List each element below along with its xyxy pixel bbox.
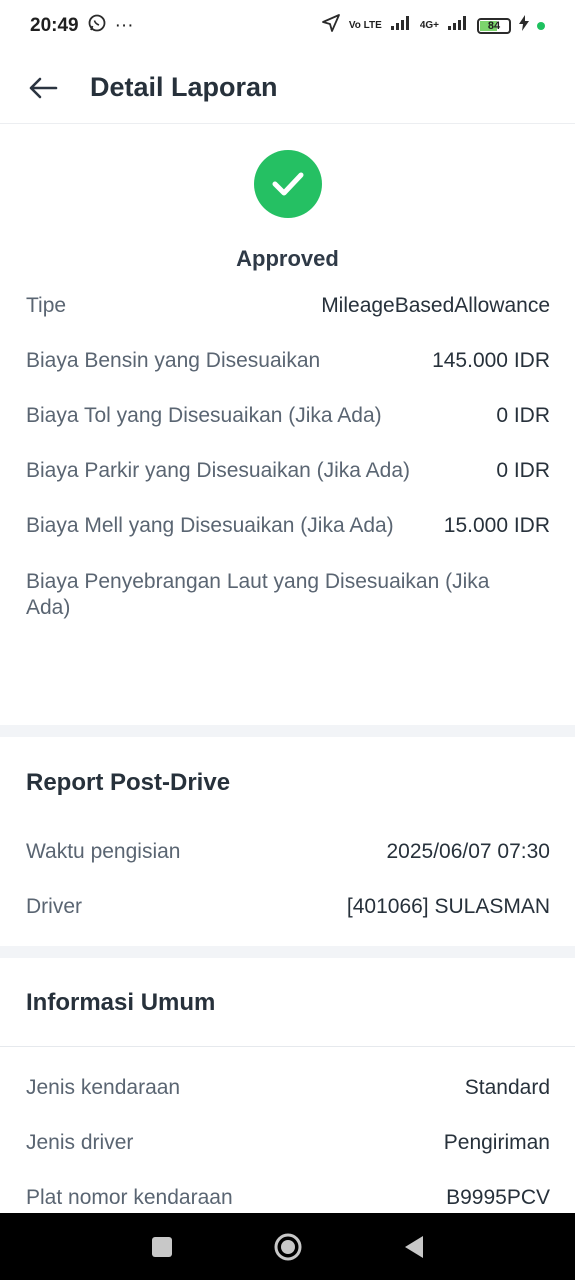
row-label: Jenis kendaraan	[26, 1076, 181, 1099]
signal-icon-2	[447, 15, 469, 37]
detail-row-driver: Driver [401066] SULASMAN	[26, 894, 550, 920]
status-bar-left: 20:49 ···	[30, 13, 134, 39]
status-bar-right: Vo LTE 4G+ 84	[321, 13, 545, 39]
whatsapp-icon	[87, 13, 107, 39]
row-label: Biaya Bensin yang Disesuaikan	[26, 349, 321, 372]
system-back-button[interactable]	[397, 1230, 431, 1264]
section-divider	[0, 725, 575, 737]
detail-row-mall-cost: Biaya Mell yang Disesuaikan (Jika Ada) 1…	[26, 513, 550, 539]
check-circle-icon	[253, 150, 322, 218]
detail-row-fill-time: Waktu pengisian 2025/06/07 07:30	[26, 839, 550, 865]
back-triangle-icon	[404, 1235, 423, 1258]
back-button[interactable]	[28, 73, 58, 103]
privacy-indicator-dot	[537, 22, 545, 30]
detail-row-type: Tipe MileageBasedAllowance	[26, 293, 550, 319]
row-value: B9995PCV	[446, 1186, 550, 1209]
row-value: 0 IDR	[496, 404, 550, 427]
home-icon	[274, 1233, 301, 1260]
app-bar: Detail Laporan	[0, 52, 575, 124]
row-label: Biaya Penyebrangan Laut yang Disesuaikan…	[26, 570, 490, 619]
status-bar: 20:49 ··· Vo LTE 4G+ 84	[0, 0, 575, 52]
recent-apps-button[interactable]	[145, 1230, 179, 1264]
row-label: Plat nomor kendaraan	[26, 1186, 233, 1209]
home-button[interactable]	[271, 1230, 305, 1264]
detail-row-fuel-cost: Biaya Bensin yang Disesuaikan 145.000 ID…	[26, 348, 550, 374]
section-title-post-drive: Report Post-Drive	[26, 769, 231, 796]
battery-level: 84	[487, 20, 501, 32]
row-value: 2025/06/07 07:30	[386, 840, 551, 863]
page-title: Detail Laporan	[90, 72, 278, 102]
row-label: Jenis driver	[26, 1131, 134, 1154]
row-value: Standard	[464, 1076, 550, 1099]
row-label: Driver	[26, 895, 82, 918]
row-value: Pengiriman	[443, 1131, 550, 1154]
battery-icon: 84	[477, 18, 511, 34]
row-value: 15.000 IDR	[443, 514, 550, 537]
volte-indicator: Vo LTE	[348, 20, 382, 31]
row-value: [401066] SULASMAN	[346, 895, 550, 918]
system-navigation-bar	[0, 1213, 575, 1280]
location-arrow-icon	[321, 13, 341, 39]
recent-apps-icon	[151, 1236, 172, 1257]
detail-row-toll-cost: Biaya Tol yang Disesuaikan (Jika Ada) 0 …	[26, 403, 550, 429]
section-title-general-info: Informasi Umum	[26, 989, 216, 1016]
signal-icon	[390, 15, 412, 37]
section-divider	[0, 946, 575, 958]
more-notifications-icon: ···	[114, 15, 134, 36]
arrow-left-icon	[29, 77, 58, 98]
detail-row-parking-cost: Biaya Parkir yang Disesuaikan (Jika Ada)…	[26, 458, 550, 484]
row-value: 0 IDR	[496, 459, 550, 482]
row-value: MileageBasedAllowance	[321, 294, 550, 317]
row-label: Biaya Tol yang Disesuaikan (Jika Ada)	[26, 404, 382, 427]
divider-line	[0, 1046, 575, 1047]
row-label: Waktu pengisian	[26, 840, 181, 863]
detail-row-plate-number: Plat nomor kendaraan B9995PCV	[26, 1185, 550, 1211]
row-label: Biaya Mell yang Disesuaikan (Jika Ada)	[26, 514, 394, 537]
status-block: Approved	[0, 146, 575, 272]
detail-row-ferry-cost: Biaya Penyebrangan Laut yang Disesuaikan…	[26, 569, 550, 621]
status-label: Approved	[236, 246, 339, 271]
detail-row-driver-type: Jenis driver Pengiriman	[26, 1130, 550, 1156]
network-type-indicator: 4G+	[419, 20, 439, 31]
detail-row-vehicle-type: Jenis kendaraan Standard	[26, 1075, 550, 1101]
charging-bolt-icon	[519, 15, 529, 37]
row-label: Tipe	[26, 294, 67, 317]
row-label: Biaya Parkir yang Disesuaikan (Jika Ada)	[26, 459, 411, 482]
row-value: 145.000 IDR	[432, 349, 550, 372]
status-time: 20:49	[30, 15, 79, 36]
